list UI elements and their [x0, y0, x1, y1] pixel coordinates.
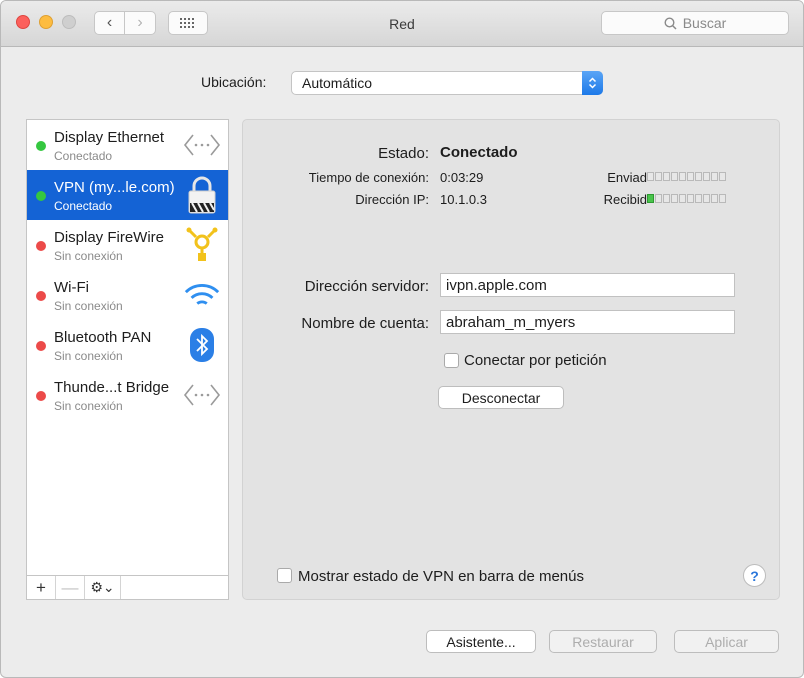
meter-segment [703, 172, 710, 181]
service-item-thunderbolt-bridge[interactable]: Thunde...t Bridge Sin conexión [27, 370, 228, 420]
service-list-toolbar: + — ⚙⌄ [27, 575, 228, 599]
service-status: Sin conexión [54, 299, 123, 313]
location-label: Ubicación: [201, 74, 267, 90]
meter-segment [703, 194, 710, 203]
server-address-label: Dirección servidor: [304, 278, 429, 295]
status-dot [36, 241, 46, 251]
bluetooth-icon [183, 327, 221, 363]
status-dot [36, 141, 46, 151]
vpn-detail-panel: Estado: Conectado Tiempo de conexión: 0:… [242, 119, 780, 600]
add-service-button[interactable]: + [27, 576, 56, 599]
meter-segment [687, 194, 694, 203]
show-vpn-status-label: Mostrar estado de VPN en barra de menús [298, 568, 584, 585]
meter-segment [663, 172, 670, 181]
status-dot [36, 341, 46, 351]
account-name-field[interactable]: abraham_m_myers [440, 310, 735, 334]
sent-label: Enviad [607, 170, 647, 185]
title-bar: ‹ › Red Buscar [1, 1, 803, 47]
meter-segment [679, 172, 686, 181]
account-name-label: Nombre de cuenta: [301, 315, 429, 332]
connect-on-demand-checkbox[interactable] [444, 353, 459, 368]
received-meter [647, 194, 726, 203]
status-label: Estado: [378, 145, 429, 162]
meter-segment [687, 172, 694, 181]
apply-button[interactable]: Aplicar [674, 630, 779, 653]
location-value: Automático [302, 75, 373, 91]
meter-segment [655, 172, 662, 181]
search-field[interactable]: Buscar [601, 11, 789, 35]
popup-arrows-icon [582, 71, 603, 95]
service-name: Display FireWire [54, 229, 165, 246]
service-status: Sin conexión [54, 349, 123, 363]
revert-button[interactable]: Restaurar [549, 630, 657, 653]
search-icon [664, 16, 677, 30]
firewire-icon [183, 227, 221, 263]
service-status: Sin conexión [54, 249, 123, 263]
received-label: Recibid [603, 192, 647, 207]
remove-service-button[interactable]: — [56, 576, 85, 599]
service-status: Conectado [54, 149, 113, 163]
service-status: Sin conexión [54, 399, 123, 413]
service-item-display-ethernet[interactable]: Display Ethernet Conectado [27, 120, 228, 170]
meter-segment [679, 194, 686, 203]
gear-icon[interactable]: ⚙⌄ [85, 576, 121, 599]
service-name: Display Ethernet [54, 129, 165, 146]
assistant-button[interactable]: Asistente... [426, 630, 536, 653]
server-address-field[interactable]: ivpn.apple.com [440, 273, 735, 297]
connect-on-demand-label: Conectar por petición [464, 352, 607, 369]
service-name: Wi-Fi [54, 279, 89, 296]
help-button[interactable]: ? [743, 564, 766, 587]
service-item-bluetooth-pan[interactable]: Bluetooth PAN Sin conexión [27, 320, 228, 370]
meter-segment [711, 172, 718, 181]
service-item-wifi[interactable]: Wi-Fi Sin conexión [27, 270, 228, 320]
service-name: Bluetooth PAN [54, 329, 152, 346]
meter-segment [671, 172, 678, 181]
meter-segment [647, 172, 654, 181]
disconnect-button[interactable]: Desconectar [438, 386, 564, 409]
meter-segment [671, 194, 678, 203]
service-item-display-firewire[interactable]: Display FireWire Sin conexión [27, 220, 228, 270]
ethernet-icon [183, 127, 221, 163]
meter-segment [719, 194, 726, 203]
connection-time-value: 0:03:29 [440, 170, 484, 185]
network-preferences-window: ‹ › Red Buscar Ubicación: Automático Dis… [0, 0, 804, 678]
status-dot [36, 391, 46, 401]
service-name: Thunde...t Bridge [54, 379, 170, 396]
thunderbolt-bridge-icon [183, 377, 221, 413]
meter-segment [711, 194, 718, 203]
service-status: Conectado [54, 199, 113, 213]
meter-segment [663, 194, 670, 203]
service-list: Display Ethernet Conectado VPN (my...le.… [26, 119, 229, 600]
ip-address-label: Dirección IP: [355, 192, 429, 207]
service-item-vpn[interactable]: VPN (my...le.com) Conectado [27, 170, 228, 220]
vpn-lock-icon [183, 176, 221, 214]
meter-segment [695, 172, 702, 181]
status-dot [36, 291, 46, 301]
ip-address-value: 10.1.0.3 [440, 192, 487, 207]
meter-segment [719, 172, 726, 181]
search-placeholder: Buscar [682, 15, 727, 31]
wifi-icon [183, 277, 221, 313]
status-dot [36, 191, 46, 201]
show-vpn-status-checkbox[interactable] [277, 568, 292, 583]
location-popup[interactable]: Automático [291, 71, 603, 95]
status-value: Conectado [440, 144, 518, 161]
meter-segment [695, 194, 702, 203]
connection-time-label: Tiempo de conexión: [308, 170, 429, 185]
meter-segment [655, 194, 662, 203]
service-name: VPN (my...le.com) [54, 179, 175, 196]
meter-segment [647, 194, 654, 203]
sent-meter [647, 172, 726, 181]
